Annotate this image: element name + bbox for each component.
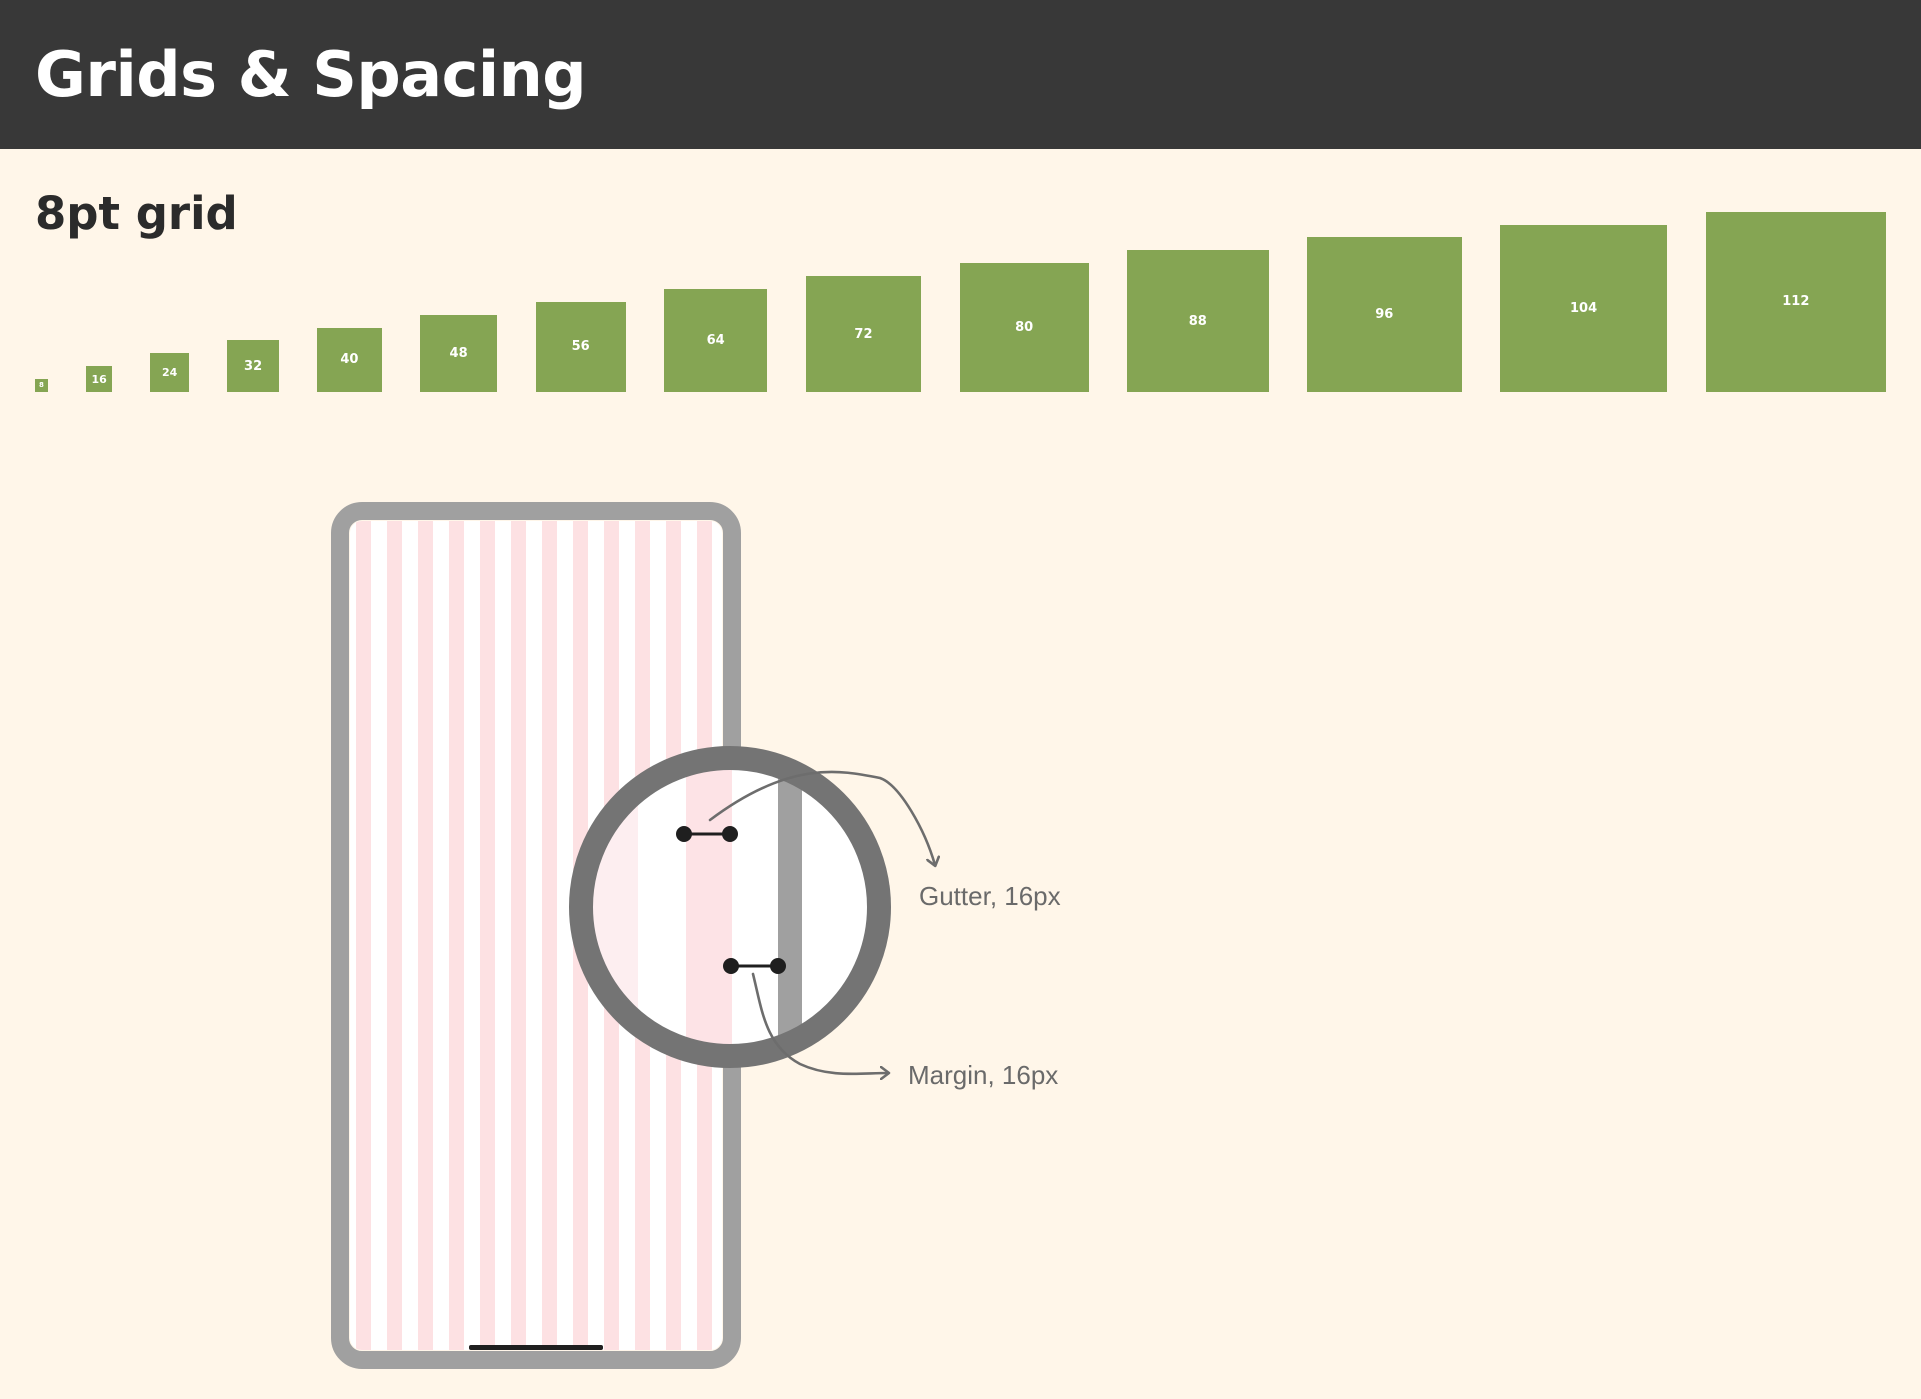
grid-column: [449, 521, 464, 1350]
grid-column: [511, 521, 526, 1350]
grid-column: [480, 521, 495, 1350]
grid-column: [542, 521, 557, 1350]
grid-column: [387, 521, 402, 1350]
home-indicator: [469, 1345, 603, 1350]
margin-label: Margin, 16px: [908, 1060, 1058, 1090]
magnified-column: [686, 769, 732, 1045]
magnifier: [569, 746, 891, 1068]
grid-column: [418, 521, 433, 1350]
grid-diagram: Gutter, 16px Margin, 16px: [331, 502, 1061, 1369]
gutter-label: Gutter, 16px: [919, 881, 1061, 911]
magnified-phone-edge: [778, 769, 802, 1045]
grid-column: [356, 521, 371, 1350]
